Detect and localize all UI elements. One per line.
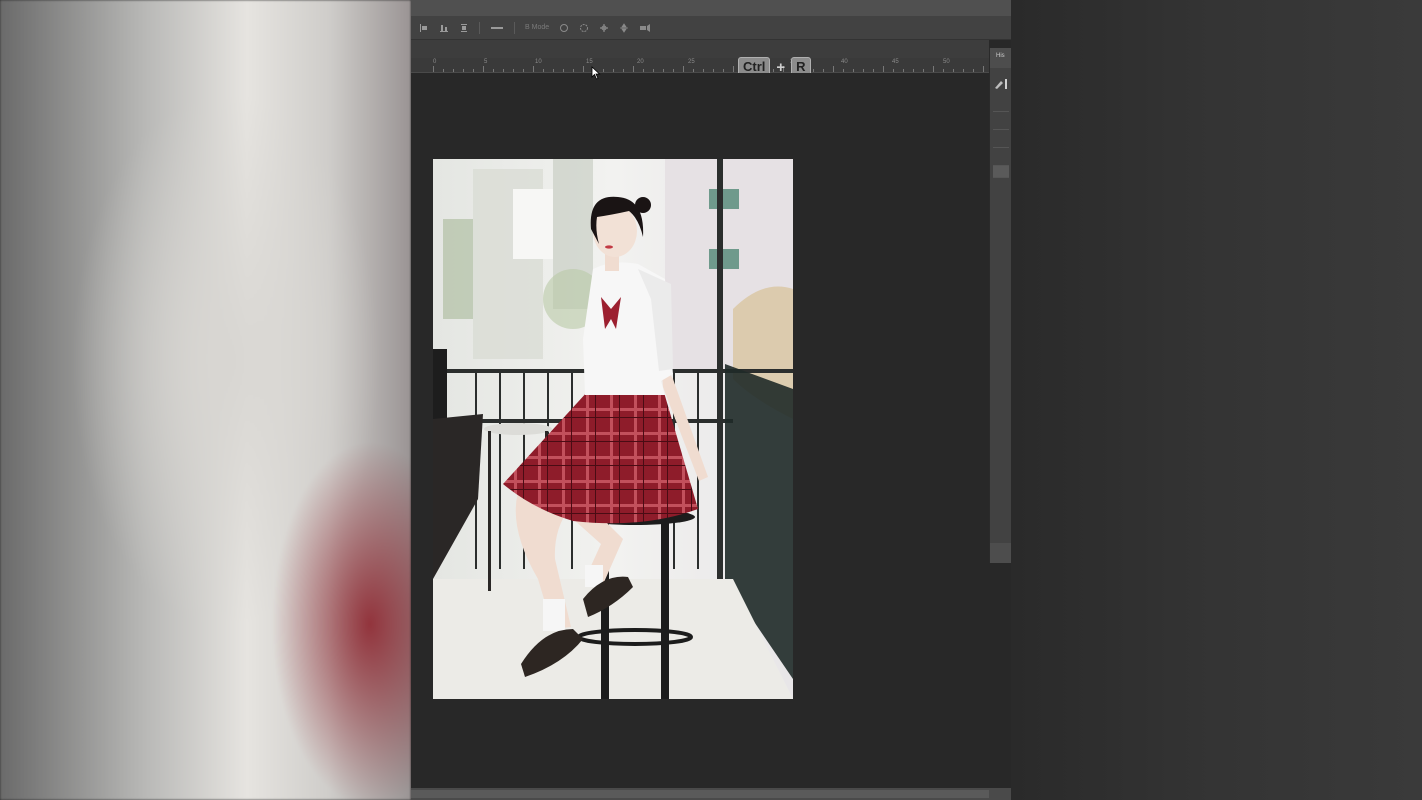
ruler-tick (973, 69, 974, 72)
ruler-tick (943, 69, 944, 72)
ruler-label: 5 (484, 59, 488, 65)
history-state-row-selected[interactable] (993, 166, 1009, 178)
ruler-tick (563, 69, 564, 72)
ruler-tick (953, 69, 954, 72)
photoshop-window: B Mode 0 5 10 15 20 25 30 35 40 45 50 Ct… (411, 0, 1011, 800)
mouse-cursor-icon (591, 66, 601, 80)
horizontal-ruler[interactable]: 0 5 10 15 20 25 30 35 40 45 50 (411, 58, 989, 73)
align-left-icon[interactable] (419, 23, 429, 33)
ruler-tick (503, 69, 504, 72)
ruler-tick (473, 69, 474, 72)
ruler-tick (703, 69, 704, 72)
orbit-icon[interactable] (579, 23, 589, 33)
ruler-label: 50 (943, 59, 950, 65)
ruler-tick (433, 66, 434, 72)
ruler-tick (583, 66, 584, 72)
ruler-tick (983, 66, 984, 72)
ruler-tick (603, 69, 604, 72)
ruler-tick (933, 66, 934, 72)
ruler-tick (653, 69, 654, 72)
ruler-tick (723, 69, 724, 72)
ruler-tick (823, 69, 824, 72)
panel-footer (990, 543, 1011, 563)
ruler-label: 45 (892, 59, 899, 65)
history-state-row[interactable] (993, 154, 1009, 166)
ruler-tick (883, 66, 884, 72)
ruler-tick (903, 69, 904, 72)
ruler-tick (543, 69, 544, 72)
options-separator (479, 21, 480, 34)
ruler-tick (663, 69, 664, 72)
history-state-row[interactable] (993, 118, 1009, 130)
ruler-tick (483, 66, 484, 72)
blurred-right-backdrop (1011, 0, 1422, 800)
options-bar: B Mode (411, 16, 1011, 40)
photo-artwork (433, 159, 793, 699)
ruler-tick (533, 66, 534, 72)
rotate-3d-icon[interactable] (559, 23, 569, 33)
title-strip (411, 0, 1011, 16)
tab-bar (411, 40, 989, 58)
ruler-tick (643, 69, 644, 72)
ruler-tick (453, 69, 454, 72)
scrollbar-thumb[interactable] (411, 790, 989, 798)
history-state-row[interactable] (993, 100, 1009, 112)
blurred-left-backdrop (0, 0, 411, 800)
ruler-tick (673, 69, 674, 72)
ruler-tick (893, 69, 894, 72)
brush-icon[interactable] (993, 78, 1009, 90)
ruler-label: 15 (586, 59, 593, 65)
ruler-tick (963, 69, 964, 72)
ruler-label: 25 (688, 59, 695, 65)
ruler-tick (523, 69, 524, 72)
align-center-icon[interactable] (439, 23, 449, 33)
ruler-tick (713, 69, 714, 72)
ruler-label: 20 (637, 59, 644, 65)
pan-3d-icon[interactable] (599, 23, 609, 33)
panel-header: His (990, 48, 1011, 68)
history-panel[interactable]: His (989, 48, 1011, 563)
ruler-tick (913, 69, 914, 72)
ruler-tick (573, 69, 574, 72)
ruler-label: 0 (433, 59, 437, 65)
scale-3d-icon[interactable] (639, 23, 651, 33)
ruler-tick (733, 66, 734, 72)
ruler-tick (843, 69, 844, 72)
ruler-tick (873, 69, 874, 72)
ruler-tick (923, 69, 924, 72)
panel-title: His (996, 53, 1005, 59)
ruler-tick (493, 69, 494, 72)
ruler-tick (613, 69, 614, 72)
ruler-tick (463, 69, 464, 72)
ruler-tick (513, 69, 514, 72)
3d-mode-label: B Mode (525, 23, 550, 31)
canvas-workspace[interactable] (411, 73, 989, 785)
ruler-tick (693, 69, 694, 72)
minus-icon[interactable] (490, 23, 504, 33)
ruler-tick (853, 69, 854, 72)
ruler-tick (863, 69, 864, 72)
ruler-tick (633, 66, 634, 72)
history-state-row[interactable] (993, 136, 1009, 148)
ruler-tick (813, 69, 814, 72)
horizontal-scrollbar[interactable] (411, 788, 1011, 800)
slide-3d-icon[interactable] (619, 22, 629, 33)
ruler-tick (623, 69, 624, 72)
ruler-tick (683, 66, 684, 72)
distribute-icon[interactable] (459, 23, 469, 33)
ruler-tick (553, 69, 554, 72)
ruler-tick (833, 66, 834, 72)
ruler-label: 40 (841, 59, 848, 65)
ruler-label: 10 (535, 59, 542, 65)
ruler-tick (443, 69, 444, 72)
document-photo[interactable] (433, 159, 793, 699)
options-separator (514, 21, 515, 34)
